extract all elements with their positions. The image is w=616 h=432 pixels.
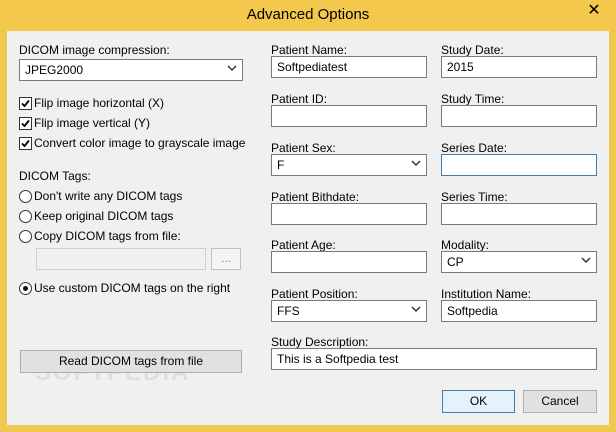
patient-name-input[interactable]: Softpediatest bbox=[271, 56, 427, 78]
advanced-options-dialog: Advanced Options ✕ DICOM image compressi… bbox=[0, 0, 616, 432]
chevron-down-icon bbox=[227, 65, 237, 72]
study-description-input[interactable]: This is a Softpedia test bbox=[271, 348, 597, 370]
cancel-button[interactable]: Cancel bbox=[523, 390, 597, 413]
ok-button[interactable]: OK bbox=[442, 390, 515, 413]
patient-name-label: Patient Name: bbox=[271, 43, 348, 57]
chevron-down-icon bbox=[411, 306, 421, 313]
modality-label: Modality: bbox=[441, 238, 490, 252]
study-time-label: Study Time: bbox=[441, 92, 505, 106]
modality-value: CP bbox=[447, 255, 464, 269]
flip-horizontal-checkbox[interactable] bbox=[19, 97, 32, 110]
copy-tags-from-file-label[interactable]: Copy DICOM tags from file: bbox=[34, 229, 181, 243]
compression-select[interactable]: JPEG2000 bbox=[19, 59, 243, 81]
chevron-down-icon bbox=[411, 160, 421, 167]
dicom-tags-label: DICOM Tags: bbox=[19, 169, 91, 183]
checkmark-icon bbox=[21, 119, 30, 128]
patient-sex-select[interactable]: F bbox=[271, 154, 427, 176]
tags-file-path-input[interactable] bbox=[36, 248, 206, 270]
series-date-label: Series Date: bbox=[441, 141, 508, 155]
patient-position-label: Patient Position: bbox=[271, 287, 358, 301]
browse-button[interactable]: ... bbox=[211, 248, 241, 270]
grayscale-checkbox[interactable] bbox=[19, 137, 32, 150]
institution-name-input[interactable]: Softpedia bbox=[441, 300, 597, 322]
use-custom-tags-radio[interactable] bbox=[19, 282, 32, 295]
title-bar[interactable]: Advanced Options ✕ bbox=[0, 0, 616, 31]
compression-label: DICOM image compression: bbox=[19, 43, 170, 57]
study-time-input[interactable] bbox=[441, 105, 597, 127]
institution-name-label: Institution Name: bbox=[441, 287, 532, 301]
keep-original-tags-label[interactable]: Keep original DICOM tags bbox=[34, 209, 173, 223]
series-time-label: Series Time: bbox=[441, 190, 508, 204]
modality-select[interactable]: CP bbox=[441, 251, 597, 273]
close-icon: ✕ bbox=[587, 2, 601, 19]
flip-horizontal-label[interactable]: Flip image horizontal (X) bbox=[34, 96, 164, 110]
chevron-down-icon bbox=[581, 257, 591, 264]
flip-vertical-label[interactable]: Flip image vertical (Y) bbox=[34, 116, 150, 130]
compression-value: JPEG2000 bbox=[25, 63, 84, 77]
flip-vertical-checkbox[interactable] bbox=[19, 117, 32, 130]
study-description-label: Study Description: bbox=[271, 335, 369, 349]
checkmark-icon bbox=[21, 99, 30, 108]
patient-sex-value: F bbox=[277, 158, 285, 172]
close-button[interactable]: ✕ bbox=[579, 1, 609, 21]
patient-sex-label: Patient Sex: bbox=[271, 141, 336, 155]
series-date-input[interactable] bbox=[441, 154, 597, 176]
study-date-label: Study Date: bbox=[441, 43, 504, 57]
read-dicom-tags-button[interactable]: Read DICOM tags from file bbox=[20, 350, 242, 373]
patient-age-label: Patient Age: bbox=[271, 238, 336, 252]
radio-selected-dot bbox=[23, 286, 28, 291]
patient-birthdate-label: Patient Bithdate: bbox=[271, 190, 360, 204]
patient-birthdate-input[interactable] bbox=[271, 203, 427, 225]
use-custom-tags-label[interactable]: Use custom DICOM tags on the right bbox=[34, 281, 230, 295]
checkmark-icon bbox=[21, 139, 30, 148]
series-time-input[interactable] bbox=[441, 203, 597, 225]
dialog-content: DICOM image compression: JPEG2000 Flip i… bbox=[7, 31, 609, 425]
patient-position-value: FFS bbox=[277, 304, 300, 318]
keep-original-tags-radio[interactable] bbox=[19, 210, 32, 223]
dont-write-tags-radio[interactable] bbox=[19, 190, 32, 203]
patient-age-input[interactable] bbox=[271, 251, 427, 273]
grayscale-label[interactable]: Convert color image to grayscale image bbox=[34, 136, 245, 150]
copy-tags-from-file-radio[interactable] bbox=[19, 230, 32, 243]
study-date-input[interactable]: 2015 bbox=[441, 56, 597, 78]
patient-id-label: Patient ID: bbox=[271, 92, 328, 106]
dialog-title: Advanced Options bbox=[246, 6, 370, 23]
patient-id-input[interactable] bbox=[271, 105, 427, 127]
patient-position-select[interactable]: FFS bbox=[271, 300, 427, 322]
dont-write-tags-label[interactable]: Don't write any DICOM tags bbox=[34, 189, 182, 203]
